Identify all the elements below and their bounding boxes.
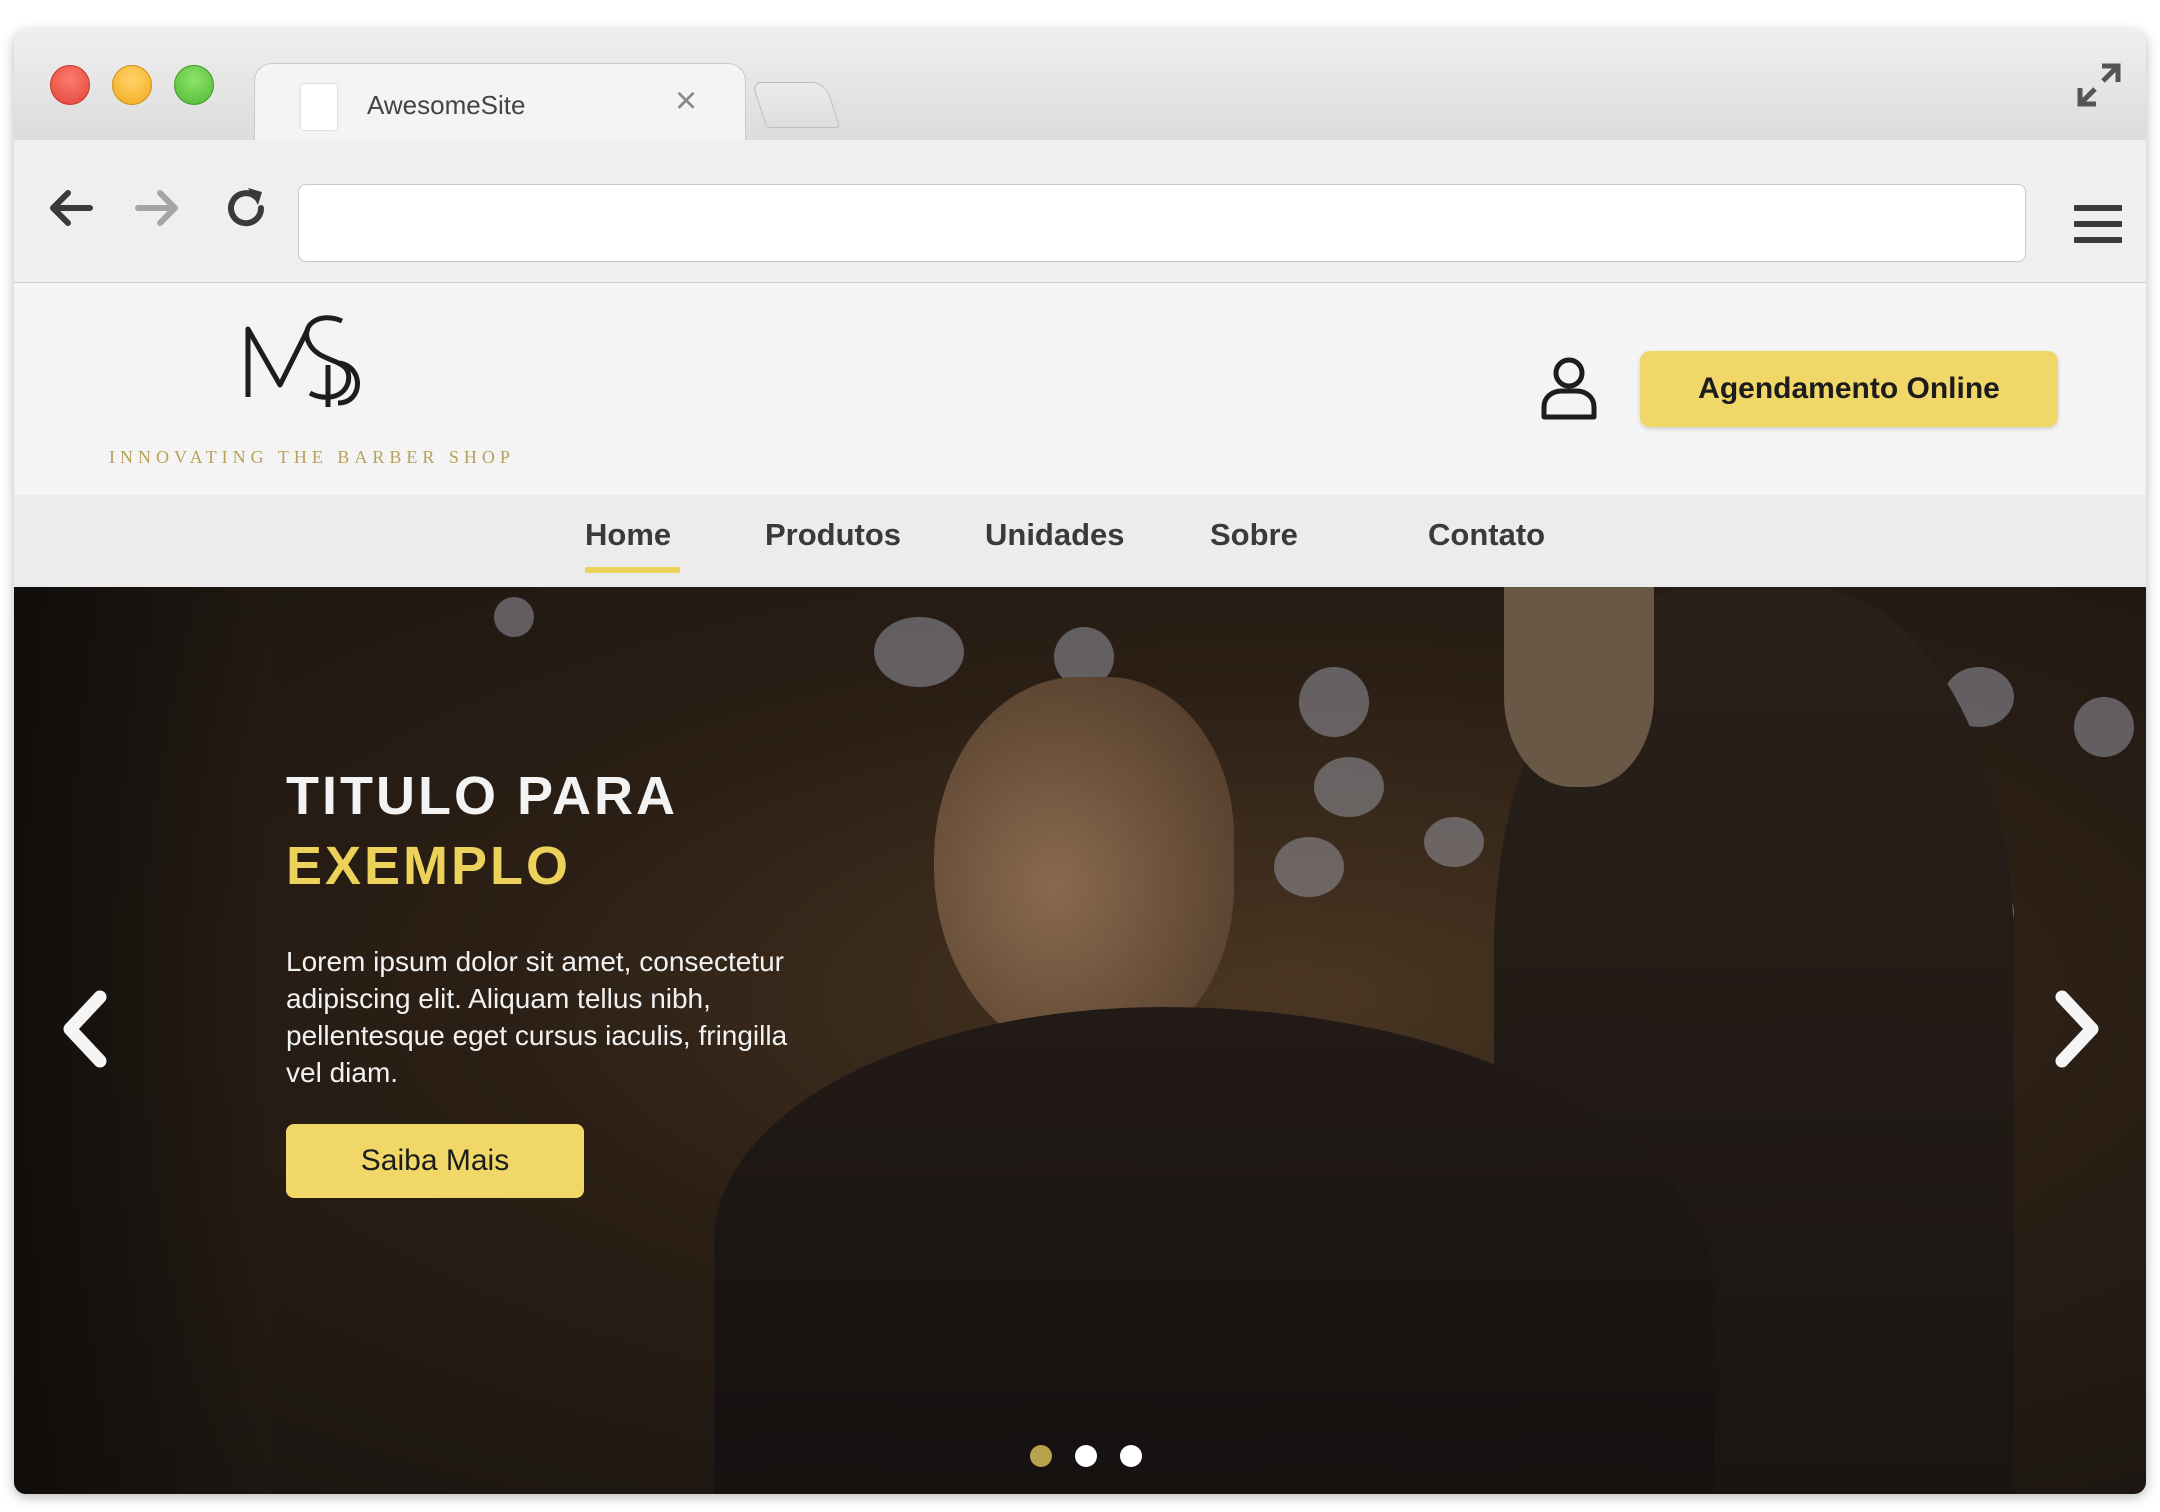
hero-description: Lorem ipsum dolor sit amet, consectetur … [286,943,886,1091]
bokeh-light [2074,697,2134,757]
tab-title: AwesomeSite [367,90,526,120]
site-header: INNOVATING THE BARBER SHOP Agendamento O… [14,283,2146,495]
active-nav-indicator [585,567,680,573]
hero-title-line-2: EXEMPLO [286,836,572,896]
bokeh-light [874,617,964,687]
reload-icon[interactable] [220,182,272,234]
chevron-left-icon[interactable] [56,987,116,1071]
carousel-dot-1[interactable] [1030,1445,1052,1467]
left-shadow [14,587,274,1494]
browser-tab[interactable]: AwesomeSite × [254,63,746,143]
hamburger-menu-icon[interactable] [2072,202,2124,246]
bokeh-light [1314,757,1384,817]
hero-description-line: pellentesque eget cursus iaculis, fringi… [286,1020,788,1051]
back-arrow-icon[interactable] [44,182,96,234]
expand-icon[interactable] [2076,62,2122,108]
hero-description-line: vel diam. [286,1057,399,1088]
nav-link-unidades[interactable]: Unidades [985,517,1125,553]
minimize-window-button[interactable] [112,65,152,105]
brand-tagline: INNOVATING THE BARBER SHOP [109,447,515,467]
bokeh-light [1424,817,1484,867]
barber-head [1504,587,1654,787]
tab-close-icon[interactable]: × [675,82,697,120]
browser-window: AwesomeSite × INNOVATING THE BARBER SHOP… [14,30,2146,1494]
carousel-dot-2[interactable] [1075,1445,1097,1467]
client-head [934,677,1234,1057]
nav-link-sobre[interactable]: Sobre [1210,517,1298,553]
hero-carousel: TITULO PARA EXEMPLO Lorem ipsum dolor si… [14,587,2146,1494]
bokeh-light [1299,667,1369,737]
hero-title-line-1: TITULO PARA [286,766,678,826]
zoom-window-button[interactable] [174,65,214,105]
online-booking-button[interactable]: Agendamento Online [1640,351,2058,427]
bokeh-light [494,597,534,637]
learn-more-button[interactable]: Saiba Mais [286,1124,584,1198]
browser-toolbar [14,140,2146,283]
nav-link-contato[interactable]: Contato [1428,517,1545,553]
bokeh-light [1274,837,1344,897]
user-icon[interactable] [1538,353,1600,421]
page-favicon-icon [301,84,337,130]
browser-titlebar: AwesomeSite × [14,30,2146,143]
hero-description-line: Lorem ipsum dolor sit amet, consectetur [286,946,784,977]
hero-description-line: adipiscing elit. Aliquam tellus nibh, [286,983,711,1014]
brand-logo[interactable] [236,303,386,413]
forward-arrow-icon[interactable] [132,182,184,234]
nav-link-produtos[interactable]: Produtos [765,517,901,553]
carousel-dot-3[interactable] [1120,1445,1142,1467]
nav-link-home[interactable]: Home [585,517,671,553]
address-bar[interactable] [298,184,2026,262]
new-tab-button[interactable] [751,82,841,128]
main-navigation: Home Produtos Unidades Sobre Contato [14,495,2146,587]
close-window-button[interactable] [50,65,90,105]
chevron-right-icon[interactable] [2046,987,2106,1071]
